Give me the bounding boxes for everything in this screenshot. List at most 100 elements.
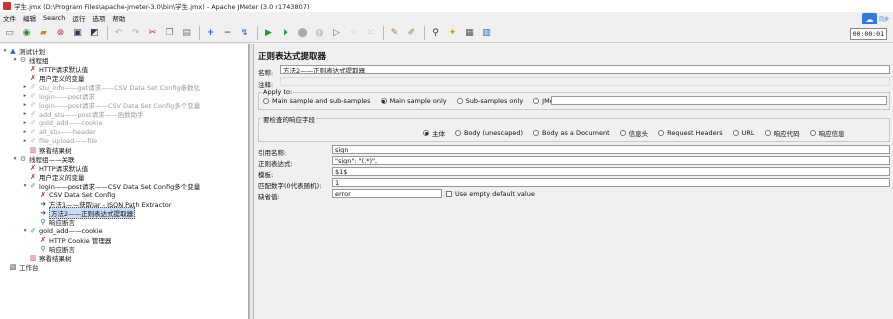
- menu-search[interactable]: Search: [43, 14, 65, 22]
- radio-dot: [456, 98, 463, 104]
- remote-shutdown-icon[interactable]: ⁙: [363, 26, 378, 41]
- field-url-radio[interactable]: URL: [732, 129, 755, 137]
- toggle-collapsed-icon[interactable]: ▸: [22, 93, 28, 99]
- post-processor-icon: ➔: [40, 199, 46, 208]
- tree-node[interactable]: ▾ ✐ login——post请求——CSV Data Set Config多个变量: [22, 181, 201, 191]
- default-value-field[interactable]: error: [332, 189, 442, 198]
- open-icon[interactable]: ▰: [36, 26, 51, 41]
- toggle-expanded-icon[interactable]: ▾: [22, 228, 28, 234]
- toggle-expanded-icon[interactable]: ▾: [2, 48, 8, 54]
- default-value-label: 缺省值:: [258, 193, 280, 201]
- tree-node[interactable]: ▸ ✐ add_stu——post请求——函数助手: [22, 109, 144, 119]
- clear-all-icon[interactable]: ✐: [404, 26, 419, 41]
- apply-sub-only-radio[interactable]: Sub-samples only: [456, 97, 523, 105]
- listener-icon: ▥: [29, 145, 37, 154]
- assertion-icon: ⚲: [40, 244, 46, 253]
- field-body-radio[interactable]: 主体: [423, 128, 445, 138]
- toggle-collapsed-icon[interactable]: ▸: [22, 129, 28, 135]
- toggle-expanded-icon[interactable]: ▾: [22, 183, 28, 189]
- field-to-check-group: 要检查的响应字段 主体 Body (unescaped) Body as a D…: [258, 114, 890, 142]
- paste-icon[interactable]: ▤: [179, 26, 194, 41]
- reference-name-field[interactable]: sign: [332, 145, 890, 154]
- template-field[interactable]: $1$: [332, 167, 890, 176]
- workbench-icon: ▧: [9, 262, 17, 271]
- stop-icon[interactable]: ⬤: [295, 26, 310, 41]
- function-helper-icon[interactable]: ▦: [462, 26, 477, 41]
- field-response-code-radio[interactable]: 响应代码: [764, 128, 800, 138]
- start-no-pause-icon[interactable]: ⏵: [278, 26, 293, 41]
- menu-help[interactable]: 帮助: [112, 13, 125, 23]
- copy-icon[interactable]: ❐: [162, 26, 177, 41]
- apply-main-and-sub-radio[interactable]: Main sample and sub-samples: [263, 97, 371, 105]
- tree-node-selected[interactable]: ➔ 方法2——正则表达式提取器: [32, 206, 136, 219]
- use-empty-default-checkbox[interactable]: Use empty default value: [446, 190, 535, 198]
- toggle-collapsed-icon[interactable]: ▸: [22, 84, 28, 90]
- tree-node[interactable]: ▧ 工作台: [2, 262, 39, 272]
- toggle-collapsed-icon[interactable]: ▸: [22, 138, 28, 144]
- split-pane-divider[interactable]: [249, 44, 254, 319]
- toolbar: ▭ ◉ ▰ ⊗ ▣ ◩ ↶ ↷ ✂ ❐ ▤ + − ↯ ▶ ⏵ ⬤ ◍ ▷ ⁘ …: [0, 24, 893, 43]
- menu-options[interactable]: 选项: [92, 13, 105, 23]
- toggle-collapsed-icon[interactable]: ▸: [22, 120, 28, 126]
- expand-icon[interactable]: +: [203, 26, 218, 41]
- jmeter-variable-input[interactable]: [551, 96, 887, 105]
- tree-node[interactable]: ▸ ✐ gold_add——cookie: [22, 118, 103, 127]
- radio-dot-selected: [380, 98, 387, 104]
- template-icon[interactable]: ◉: [19, 26, 34, 41]
- tree-node[interactable]: ▸ ✐ all_stu——header: [22, 127, 96, 136]
- checkbox-box: [446, 191, 452, 197]
- toggle-collapsed-icon[interactable]: ▸: [22, 111, 28, 117]
- radio-dot: [263, 98, 269, 104]
- shutdown-icon[interactable]: ◍: [312, 26, 327, 41]
- toggle-expanded-icon[interactable]: ▾: [12, 156, 18, 162]
- cut-icon[interactable]: ✂: [145, 26, 160, 41]
- clear-icon[interactable]: ✎: [387, 26, 402, 41]
- test-plan-tree[interactable]: ▾ ▲ 测试计划 ▾ ⚙ 线程组 ✗ HTTP请求默认值 ✗ 用户定义的变量 ▸ ✐ stu_i…: [0, 44, 249, 319]
- close-icon[interactable]: ⊗: [53, 26, 68, 41]
- regex-field[interactable]: "sign": "(.*)",: [332, 156, 890, 165]
- field-body-unescaped-radio[interactable]: Body (unescaped): [455, 129, 523, 137]
- menu-edit[interactable]: 编辑: [23, 13, 36, 23]
- field-request-headers-radio[interactable]: Request Headers: [658, 129, 723, 137]
- tree-node[interactable]: ⚲ 响应断言: [32, 217, 75, 227]
- field-body-document-radio[interactable]: Body as a Document: [532, 129, 610, 137]
- cloud-label: 同步: [878, 17, 889, 23]
- comment-field[interactable]: [280, 77, 890, 86]
- save-icon[interactable]: ▣: [70, 26, 85, 41]
- remote-start-icon[interactable]: ▷: [329, 26, 344, 41]
- help-icon[interactable]: ▥: [479, 26, 494, 41]
- match-no-field[interactable]: 1: [332, 178, 890, 187]
- template-label: 模板:: [258, 171, 274, 179]
- thread-group-icon: ⚙: [19, 55, 27, 64]
- remote-stop-icon[interactable]: ⁘: [346, 26, 361, 41]
- reset-search-icon[interactable]: ✦: [445, 26, 460, 41]
- sampler-icon: ✐: [30, 226, 36, 235]
- config-icon: ✗: [30, 163, 36, 172]
- regex-extractor-panel: 正则表达式提取器 名称: 方法2——正则表达式提取器 注释: Apply to:…: [255, 44, 893, 319]
- sampler-icon: ✐: [30, 91, 36, 100]
- collapse-icon[interactable]: −: [220, 26, 235, 41]
- field-to-check-legend: 要检查的响应字段: [262, 114, 316, 124]
- field-headers-radio[interactable]: 信息头: [619, 128, 648, 138]
- sampler-icon: ✐: [30, 82, 36, 91]
- undo-icon[interactable]: ↶: [111, 26, 126, 41]
- toggle-icon[interactable]: ↯: [237, 26, 252, 41]
- menu-run[interactable]: 运行: [72, 13, 85, 23]
- radio-dot-selected: [423, 130, 429, 136]
- search-icon[interactable]: ⚲: [428, 26, 443, 41]
- match-no-label: 匹配数字(0代表随机):: [258, 182, 322, 190]
- redo-icon[interactable]: ↷: [128, 26, 143, 41]
- window-title: 学生.jmx (D:\Program Files\apache-jmeter-3…: [14, 3, 310, 11]
- new-icon[interactable]: ▭: [2, 26, 17, 41]
- toggle-expanded-icon[interactable]: ▾: [12, 57, 18, 63]
- save-as-icon[interactable]: ◩: [87, 26, 102, 41]
- toggle-collapsed-icon[interactable]: ▸: [22, 102, 28, 108]
- sampler-icon: ✐: [30, 136, 36, 145]
- menu-file[interactable]: 文件: [3, 13, 16, 23]
- field-response-message-radio[interactable]: 响应信息: [809, 128, 845, 138]
- start-icon[interactable]: ▶: [261, 26, 276, 41]
- apply-main-only-radio[interactable]: Main sample only: [380, 97, 447, 105]
- toolbar-separator: [199, 26, 200, 40]
- name-field[interactable]: 方法2——正则表达式提取器: [280, 65, 890, 74]
- apply-to-group: Apply to: Main sample and sub-samples Ma…: [258, 88, 890, 110]
